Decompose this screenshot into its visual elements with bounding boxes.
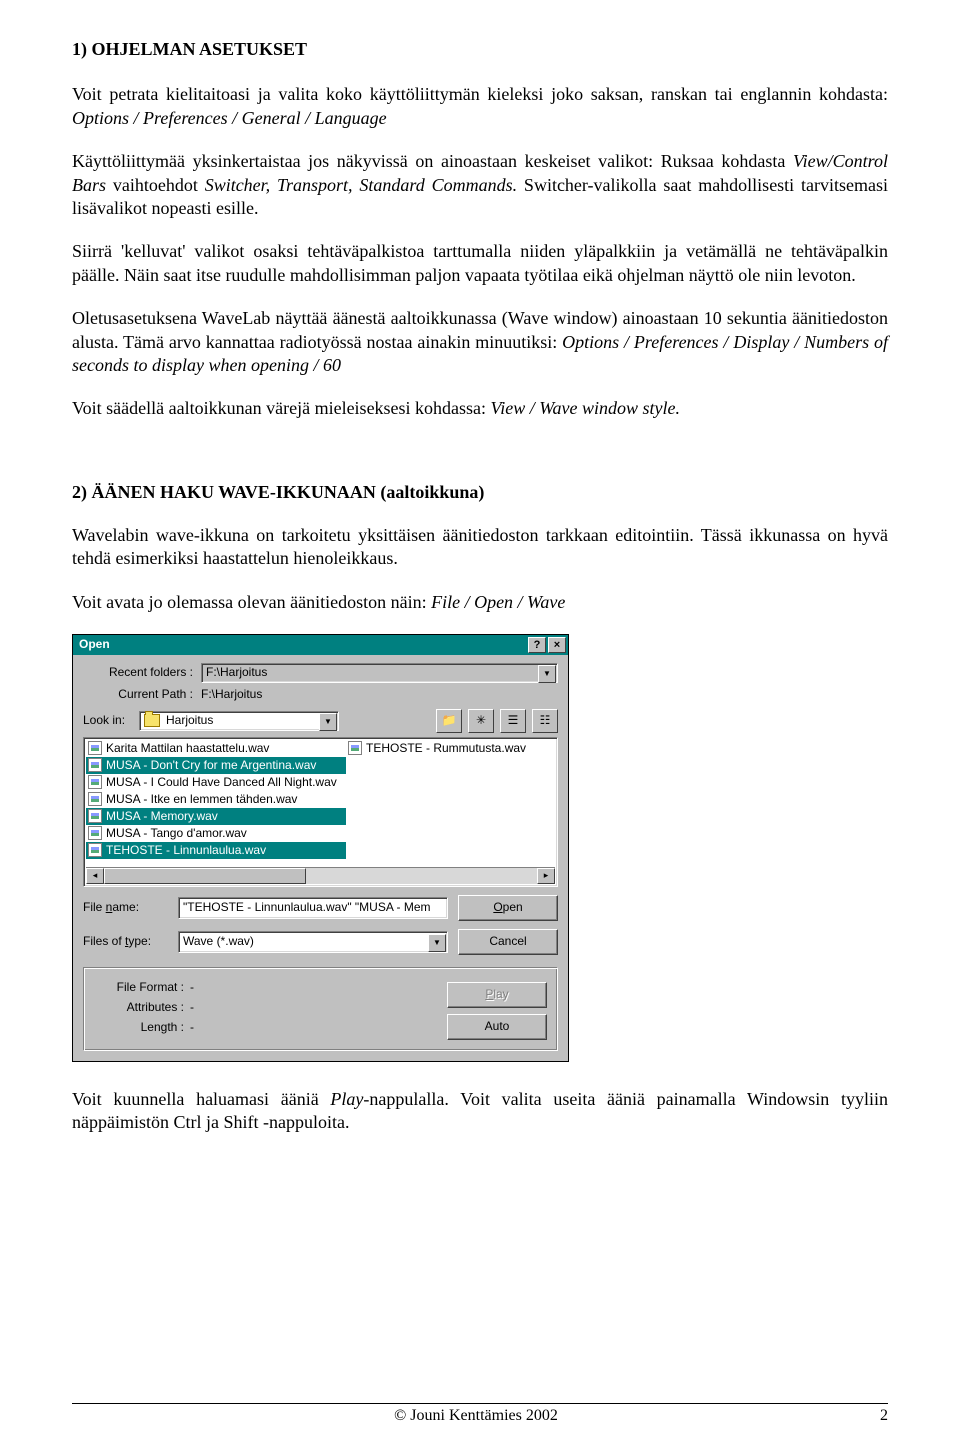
file-item-label: TEHOSTE - Linnunlaulua.wav <box>106 843 266 859</box>
open-dialog: Open ? × Recent folders : F:\Harjoitus ▼… <box>72 634 569 1062</box>
wave-file-icon <box>88 809 102 823</box>
scroll-left-button[interactable]: ◂ <box>86 868 104 884</box>
current-path-label: Current Path : <box>83 687 201 703</box>
lookin-value: Harjoitus <box>166 713 213 729</box>
text: Voit petrata kielitaitoasi ja valita kok… <box>72 84 888 104</box>
recent-folders-label: Recent folders : <box>83 665 201 681</box>
file-item-label: TEHOSTE - Rummutusta.wav <box>366 741 526 757</box>
section2-p1: Wavelabin wave-ikkuna on tarkoitetu yksi… <box>72 524 888 571</box>
wave-file-icon <box>88 843 102 857</box>
help-button[interactable]: ? <box>528 637 546 653</box>
section1-title: 1) OHJELMAN ASETUKSET <box>72 38 888 61</box>
new-folder-icon: ✳ <box>476 713 486 729</box>
section1-p5: Voit säädellä aaltoikkunan värejä mielei… <box>72 397 888 420</box>
new-folder-button[interactable]: ✳ <box>468 709 494 733</box>
wave-file-icon <box>88 758 102 772</box>
current-path-value: F:\Harjoitus <box>201 687 262 703</box>
text-italic: View / Wave window style. <box>491 398 680 418</box>
wave-file-icon <box>88 792 102 806</box>
lookin-combo[interactable]: Harjoitus ▼ <box>139 711 339 731</box>
file-item-label: MUSA - Don't Cry for me Argentina.wav <box>106 758 316 774</box>
section1-p4: Oletusasetuksena WaveLab näyttää äänestä… <box>72 307 888 377</box>
filename-input[interactable]: "TEHOSTE - Linnunlaulua.wav" "MUSA - Mem <box>178 897 448 919</box>
dialog-title: Open <box>79 637 526 653</box>
file-item-label: MUSA - Itke en lemmen tähden.wav <box>106 792 297 808</box>
page-footer: © Jouni Kenttämies 2002 2 <box>72 1403 888 1427</box>
section1-p3: Siirrä 'kelluvat' valikot osaksi tehtävä… <box>72 240 888 287</box>
filename-value: "TEHOSTE - Linnunlaulua.wav" "MUSA - Mem <box>183 900 431 916</box>
section1-p1: Voit petrata kielitaitoasi ja valita kok… <box>72 83 888 130</box>
file-item[interactable]: TEHOSTE - Linnunlaulua.wav <box>86 842 346 859</box>
file-item-label: Karita Mattilan haastattelu.wav <box>106 741 269 757</box>
filetype-value: Wave (*.wav) <box>183 934 254 950</box>
open-button[interactable]: Open <box>458 895 558 921</box>
horizontal-scrollbar[interactable]: ◂ ▸ <box>86 867 555 884</box>
list-icon: ☰ <box>508 713 519 729</box>
file-item[interactable]: Karita Mattilan haastattelu.wav <box>86 740 346 757</box>
auto-button[interactable]: Auto <box>447 1014 547 1040</box>
file-item-label: MUSA - Tango d'amor.wav <box>106 826 247 842</box>
text: Voit avata jo olemassa olevan äänitiedos… <box>72 592 431 612</box>
fileformat-value: - <box>190 980 194 996</box>
file-item[interactable]: MUSA - I Could Have Danced All Night.wav <box>86 774 346 791</box>
wave-file-icon <box>348 741 362 755</box>
file-item-label: MUSA - I Could Have Danced All Night.wav <box>106 775 337 791</box>
section1-p2: Käyttöliittymää yksinkertaistaa jos näky… <box>72 150 888 220</box>
scroll-thumb[interactable] <box>104 868 306 884</box>
details-view-button[interactable]: ☷ <box>532 709 558 733</box>
text-italic: File / Open / Wave <box>431 592 565 612</box>
file-item[interactable]: MUSA - Tango d'amor.wav <box>86 825 346 842</box>
chevron-down-icon[interactable]: ▼ <box>538 665 556 683</box>
attributes-label: Attributes : <box>94 1000 190 1016</box>
file-item[interactable]: MUSA - Don't Cry for me Argentina.wav <box>86 757 346 774</box>
section2-title: 2) ÄÄNEN HAKU WAVE-IKKUNAAN (aaltoikkuna… <box>72 481 888 504</box>
page-number: 2 <box>880 1406 888 1427</box>
text-italic: Switcher, Transport, Standard Commands. <box>205 175 517 195</box>
filetype-label: Files of type: <box>83 934 178 950</box>
details-icon: ☷ <box>540 713 551 729</box>
filetype-combo[interactable]: Wave (*.wav) ▼ <box>178 931 448 953</box>
text: Voit kuunnella haluamasi ääniä <box>72 1089 330 1109</box>
wave-file-icon <box>88 741 102 755</box>
chevron-down-icon[interactable]: ▼ <box>428 934 446 952</box>
recent-folders-combo[interactable]: F:\Harjoitus ▼ <box>201 663 558 683</box>
file-item[interactable]: MUSA - Itke en lemmen tähden.wav <box>86 791 346 808</box>
length-label: Length : <box>94 1020 190 1036</box>
lookin-label: Look in: <box>83 713 139 729</box>
text: Käyttöliittymää yksinkertaistaa jos näky… <box>72 151 793 171</box>
play-button[interactable]: Play <box>447 982 547 1008</box>
scroll-right-button[interactable]: ▸ <box>537 868 555 884</box>
text-italic: Options / Preferences / General / Langua… <box>72 108 387 128</box>
filename-label: File name: <box>83 900 178 916</box>
file-item[interactable]: TEHOSTE - Rummutusta.wav <box>346 740 555 757</box>
list-view-button[interactable]: ☰ <box>500 709 526 733</box>
cancel-button[interactable]: Cancel <box>458 929 558 955</box>
file-info-group: File Format :- Attributes :- Length :- P… <box>83 967 558 1051</box>
wave-file-icon <box>88 826 102 840</box>
length-value: - <box>190 1020 194 1036</box>
recent-folders-value: F:\Harjoitus <box>206 665 267 681</box>
folder-icon <box>144 714 160 727</box>
close-button[interactable]: × <box>548 637 566 653</box>
text-italic: Play <box>330 1089 363 1109</box>
footer-copyright: © Jouni Kenttämies 2002 <box>72 1406 880 1427</box>
section2-p2: Voit avata jo olemassa olevan äänitiedos… <box>72 591 888 614</box>
up-folder-icon: 📁 <box>442 713 457 729</box>
fileformat-label: File Format : <box>94 980 190 996</box>
text: vaihtoehdot <box>106 175 205 195</box>
attributes-value: - <box>190 1000 194 1016</box>
file-item[interactable]: MUSA - Memory.wav <box>86 808 346 825</box>
file-listbox[interactable]: Karita Mattilan haastattelu.wavMUSA - Do… <box>83 737 558 887</box>
section2-p3: Voit kuunnella haluamasi ääniä Play-napp… <box>72 1088 888 1135</box>
up-folder-button[interactable]: 📁 <box>436 709 462 733</box>
chevron-down-icon[interactable]: ▼ <box>319 713 337 731</box>
text: Voit säädellä aaltoikkunan värejä mielei… <box>72 398 491 418</box>
wave-file-icon <box>88 775 102 789</box>
titlebar[interactable]: Open ? × <box>73 635 568 655</box>
file-item-label: MUSA - Memory.wav <box>106 809 218 825</box>
